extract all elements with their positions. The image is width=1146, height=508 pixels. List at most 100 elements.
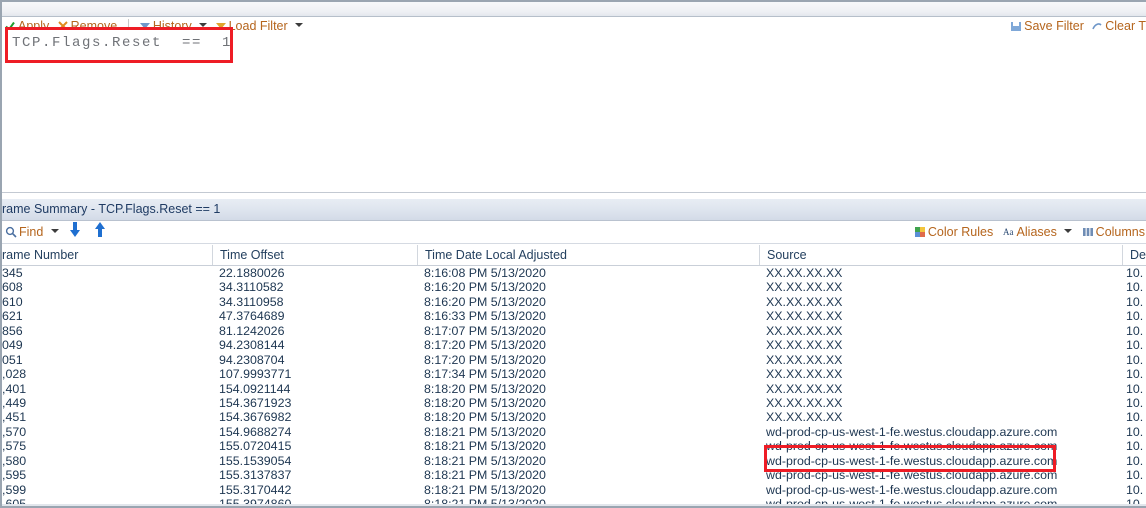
table-row[interactable]: ,570 154.9688274 8:18:21 PM 5/13/2020 wd-pr… <box>2 425 1146 439</box>
cell-source: wd-prod-cp-us-west-1-fe.westus.cloudapp.… <box>766 453 1058 468</box>
find-icon <box>5 224 17 238</box>
table-row[interactable]: 856 81.1242026 8:17:07 PM 5/13/2020 XX.XX.X… <box>2 324 1146 338</box>
cell-frame-number: 856 <box>2 323 23 338</box>
cell-source: wd-prod-cp-us-west-1-fe.westus.cloudapp.… <box>766 468 1058 483</box>
table-row[interactable]: 608 34.3110582 8:16:20 PM 5/13/2020 XX.XX.X… <box>2 280 1146 294</box>
cell-destination: 10. <box>1126 309 1144 324</box>
cell-source: XX.XX.XX.XX <box>766 266 843 280</box>
table-row[interactable]: 049 94.2308144 8:17:20 PM 5/13/2020 XX.XX.X… <box>2 338 1146 352</box>
cell-time-offset: 155.3974860 <box>219 497 292 508</box>
cell-time-date: 8:16:20 PM 5/13/2020 <box>424 280 546 295</box>
columns-icon <box>1082 224 1094 236</box>
aliases-button[interactable]: Aa Aliases <box>1000 222 1076 242</box>
find-button[interactable]: Find <box>2 222 62 242</box>
filter-toolbar-right: Save Filter Clear T <box>1008 17 1146 35</box>
cell-source: XX.XX.XX.XX <box>766 338 843 353</box>
cell-time-offset: 94.2308144 <box>219 338 285 353</box>
cell-source: XX.XX.XX.XX <box>766 410 843 425</box>
cell-time-date: 8:17:20 PM 5/13/2020 <box>424 338 546 353</box>
table-row[interactable]: 345 22.1880026 8:16:08 PM 5/13/2020 XX.XX.X… <box>2 266 1146 280</box>
cell-time-date: 8:18:21 PM 5/13/2020 <box>424 497 546 508</box>
table-row[interactable]: 621 47.3764689 8:16:33 PM 5/13/2020 XX.XX.X… <box>2 309 1146 323</box>
filter-expression-input[interactable]: TCP.Flags.Reset == 1 <box>12 35 232 51</box>
table-row[interactable]: ,401 154.0921144 8:18:20 PM 5/13/2020 XX.XX… <box>2 382 1146 396</box>
aliases-label: Aliases <box>1016 225 1057 239</box>
cell-time-date: 8:18:21 PM 5/13/2020 <box>424 439 546 454</box>
cell-frame-number: ,595 <box>2 468 27 483</box>
table-row[interactable]: ,451 154.3676982 8:18:20 PM 5/13/2020 XX.XX… <box>2 410 1146 424</box>
cell-source: wd-prod-cp-us-west-1-fe.westus.cloudapp.… <box>766 439 1058 454</box>
cell-time-offset: 155.1539054 <box>219 453 292 468</box>
grid-bottom-edge <box>2 504 1146 506</box>
clear-text-button[interactable]: Clear T <box>1089 17 1146 35</box>
cell-time-date: 8:18:21 PM 5/13/2020 <box>424 424 546 439</box>
cell-source: XX.XX.XX.XX <box>766 381 843 396</box>
cell-frame-number: 621 <box>2 309 23 324</box>
save-filter-icon <box>1010 19 1022 31</box>
cell-time-offset: 47.3764689 <box>219 309 285 324</box>
cell-source: XX.XX.XX.XX <box>766 395 843 410</box>
table-row[interactable]: 051 94.2308704 8:17:20 PM 5/13/2020 XX.XX.X… <box>2 353 1146 367</box>
columns-button[interactable]: Columns <box>1079 222 1146 242</box>
cell-frame-number: 051 <box>2 352 23 367</box>
cell-time-date: 8:18:21 PM 5/13/2020 <box>424 468 546 483</box>
cell-time-offset: 154.9688274 <box>219 424 292 439</box>
cell-source: wd-prod-cp-us-west-1-fe.westus.cloudapp.… <box>766 497 1058 508</box>
cell-frame-number: 049 <box>2 338 23 353</box>
cell-time-offset: 94.2308704 <box>219 352 285 367</box>
cell-destination: 10. <box>1126 280 1144 295</box>
frame-summary-title: rame Summary - TCP.Flags.Reset == 1 <box>2 202 221 216</box>
find-next-arrow-down-icon[interactable] <box>70 222 81 237</box>
color-rules-button[interactable]: Color Rules <box>911 222 996 242</box>
load-filter-chevron-down-icon[interactable] <box>295 23 304 27</box>
aliases-chevron-down-icon[interactable] <box>1064 229 1073 233</box>
table-row[interactable]: ,595 155.3137837 8:18:21 PM 5/13/2020 wd-pr… <box>2 468 1146 482</box>
find-previous-arrow-up-icon[interactable] <box>94 222 106 237</box>
table-row[interactable]: ,599 155.3170442 8:18:21 PM 5/13/2020 wd-pr… <box>2 483 1146 497</box>
cell-destination: 10. <box>1126 439 1144 454</box>
aliases-icon: Aa <box>1003 224 1015 237</box>
cell-destination: 10. <box>1126 338 1144 353</box>
cell-time-date: 8:18:21 PM 5/13/2020 <box>424 482 546 497</box>
cell-source: XX.XX.XX.XX <box>766 323 843 338</box>
cell-time-offset: 22.1880026 <box>219 266 285 280</box>
cell-time-date: 8:17:20 PM 5/13/2020 <box>424 352 546 367</box>
table-row[interactable]: ,580 155.1539054 8:18:21 PM 5/13/2020 wd-pr… <box>2 454 1146 468</box>
cell-time-date: 8:18:20 PM 5/13/2020 <box>424 381 546 396</box>
grid-rows: 345 22.1880026 8:16:08 PM 5/13/2020 XX.XX.X… <box>2 266 1146 508</box>
cell-time-date: 8:16:33 PM 5/13/2020 <box>424 309 546 324</box>
frame-summary-toolbar: Find Color Rules Aa Aliases Columns <box>2 221 1146 244</box>
column-header-source[interactable]: Source <box>759 245 1122 265</box>
cell-time-date: 8:17:34 PM 5/13/2020 <box>424 367 546 382</box>
cell-destination: 10. <box>1126 323 1144 338</box>
table-row[interactable]: ,028 107.9993771 8:17:34 PM 5/13/2020 XX.XX… <box>2 367 1146 381</box>
column-header-frame-number[interactable]: rame Number <box>2 245 208 265</box>
cell-destination: 10. <box>1126 395 1144 410</box>
cell-time-offset: 154.3671923 <box>219 395 292 410</box>
column-header-time-offset[interactable]: Time Offset <box>212 245 417 265</box>
cell-time-offset: 155.3170442 <box>219 482 292 497</box>
cell-source: XX.XX.XX.XX <box>766 367 843 382</box>
cell-frame-number: 608 <box>2 280 23 295</box>
table-row[interactable]: ,449 154.3671923 8:18:20 PM 5/13/2020 XX.XX… <box>2 396 1146 410</box>
cell-destination: 10. <box>1126 266 1144 280</box>
load-filter-label: Load Filter <box>228 19 288 33</box>
table-row[interactable]: 610 34.3110958 8:16:20 PM 5/13/2020 XX.XX.X… <box>2 295 1146 309</box>
cell-source: XX.XX.XX.XX <box>766 280 843 295</box>
cell-time-date: 8:18:21 PM 5/13/2020 <box>424 453 546 468</box>
clear-text-label: Clear T <box>1105 19 1146 33</box>
column-header-destination[interactable]: De <box>1122 245 1146 265</box>
frame-summary-grid[interactable]: rame Number Time Offset Time Date Local … <box>2 245 1146 508</box>
cell-destination: 10. <box>1126 367 1144 382</box>
cell-time-offset: 34.3110582 <box>219 280 284 295</box>
table-row[interactable]: ,605 155.3974860 8:18:21 PM 5/13/2020 wd-pr… <box>2 497 1146 508</box>
svg-text:Aa: Aa <box>1003 227 1014 237</box>
table-row[interactable]: ,575 155.0720415 8:18:21 PM 5/13/2020 wd-pr… <box>2 439 1146 453</box>
column-header-time-date-local-adjusted[interactable]: Time Date Local Adjusted <box>417 245 759 265</box>
cell-destination: 10. <box>1126 410 1144 425</box>
cell-frame-number: ,451 <box>2 410 27 425</box>
cell-source: wd-prod-cp-us-west-1-fe.westus.cloudapp.… <box>766 482 1058 497</box>
find-chevron-down-icon[interactable] <box>50 229 59 233</box>
save-filter-button[interactable]: Save Filter <box>1008 17 1086 35</box>
cell-frame-number: 610 <box>2 294 23 309</box>
